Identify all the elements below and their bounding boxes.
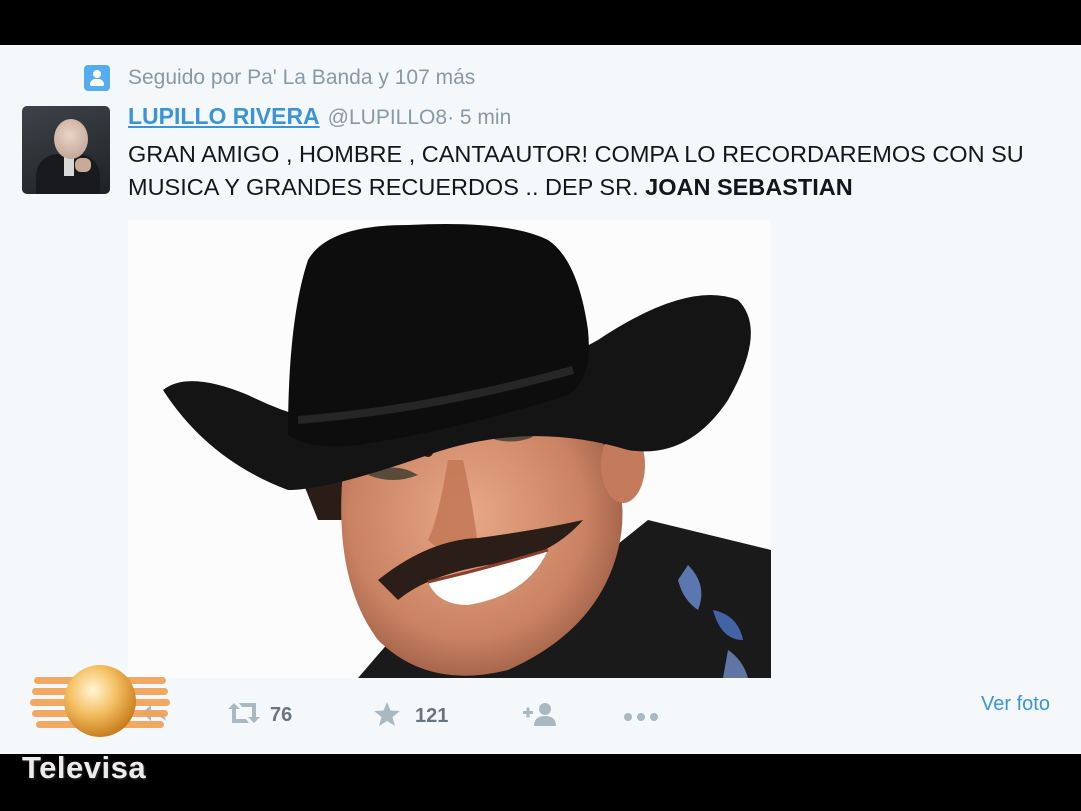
author-handle[interactable]: @LUPILLO8: [328, 106, 447, 130]
tweet-photo[interactable]: [128, 220, 771, 678]
more-button[interactable]: [623, 709, 659, 727]
favorite-count: 121: [415, 705, 449, 727]
follow-button[interactable]: [523, 701, 559, 732]
televisa-logo: [30, 655, 170, 745]
tweet-card: Seguido por Pa' La Banda y 107 más LUPIL…: [0, 45, 1081, 754]
retweet-count: 76: [270, 704, 293, 726]
view-photo-link[interactable]: Ver foto: [981, 693, 1050, 716]
tweet-text-bold: JOAN SEBASTIAN: [645, 174, 853, 200]
star-icon: [373, 701, 401, 732]
author-name-link[interactable]: LUPILLO RIVERA: [128, 103, 320, 130]
tweet-text: GRAN AMIGO , HOMBRE , CANTAAUTOR! COMPA …: [128, 138, 1058, 204]
tweet-text-plain: GRAN AMIGO , HOMBRE , CANTAAUTOR! COMPA …: [128, 141, 1024, 200]
follow-add-icon: [523, 701, 559, 732]
social-context: Seguido por Pa' La Banda y 107 más: [84, 65, 475, 91]
favorite-button[interactable]: 121: [373, 701, 448, 732]
televisa-logo-text: Televisa: [22, 750, 147, 785]
retweet-button[interactable]: 76: [226, 701, 292, 730]
tweet-timestamp[interactable]: · 5 min: [447, 106, 511, 130]
follow-user-icon: [84, 65, 110, 91]
more-dots-icon: [623, 709, 659, 727]
tweet-header: LUPILLO RIVERA @LUPILLO8 · 5 min: [128, 103, 511, 133]
avatar[interactable]: [22, 106, 110, 194]
retweet-icon: [226, 701, 262, 730]
social-context-text: Seguido por Pa' La Banda y 107 más: [128, 66, 476, 89]
